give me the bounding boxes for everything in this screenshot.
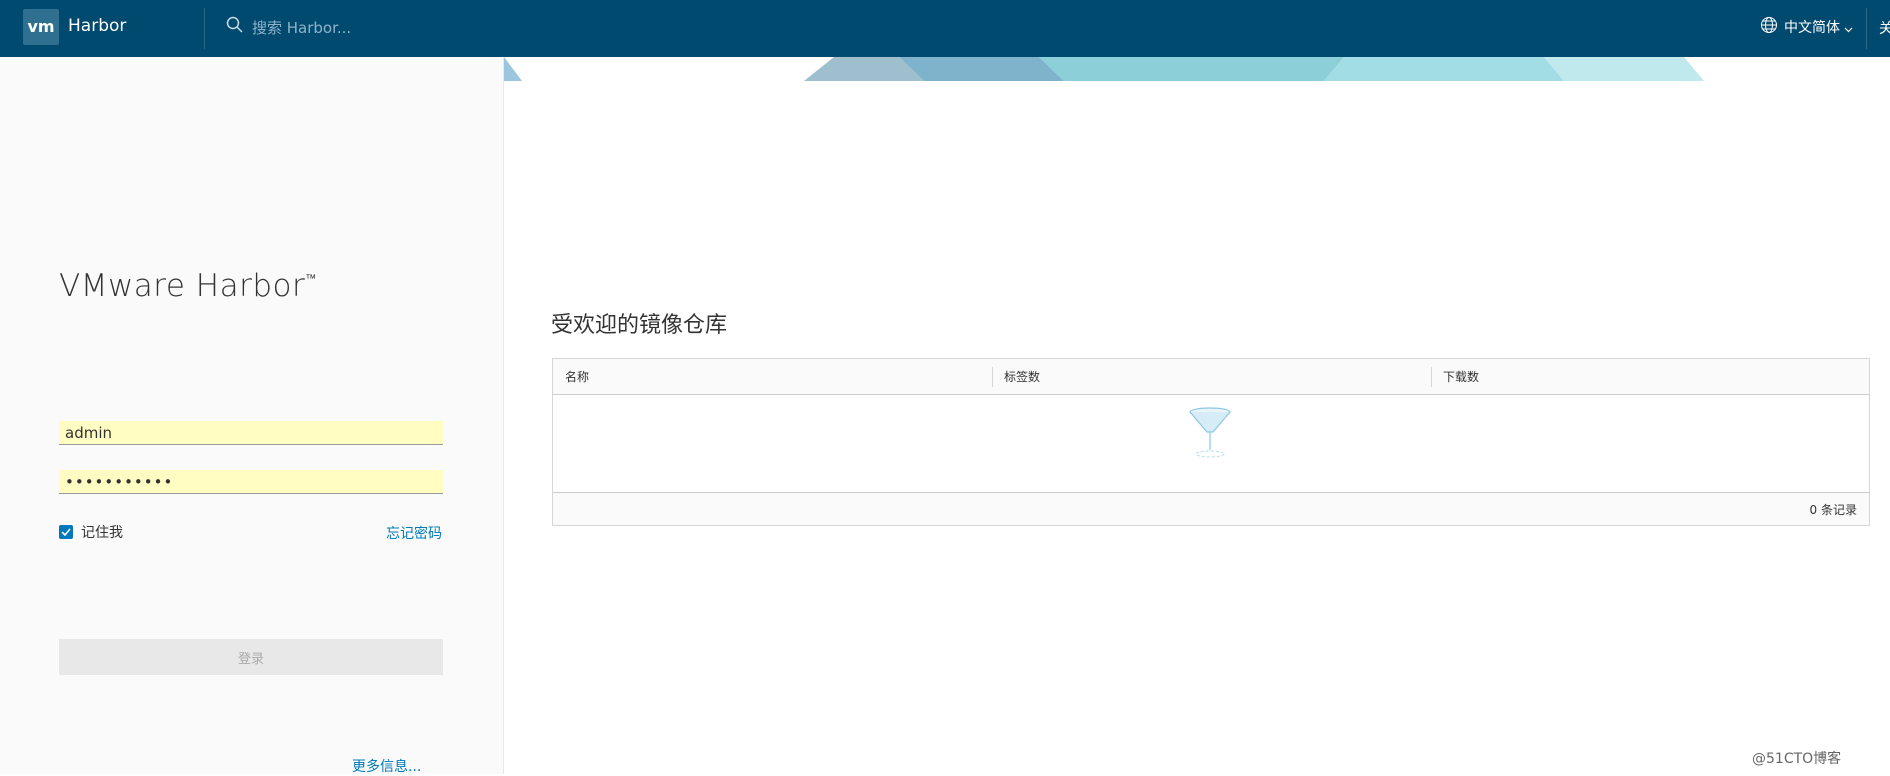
language-label: 中文简体: [1784, 20, 1840, 36]
more-info-link[interactable]: 更多信息...: [352, 756, 421, 776]
header-divider: [204, 8, 205, 49]
search-icon: [226, 16, 243, 37]
username-field[interactable]: [59, 421, 443, 445]
top-nav-bar: vm Harbor 中文简体 关: [0, 0, 1890, 57]
decorative-banner: [504, 57, 1890, 81]
remember-me-label: 记住我: [81, 525, 123, 541]
about-link[interactable]: 关: [1879, 18, 1890, 38]
column-header-tags[interactable]: 标签数: [992, 359, 1431, 395]
forgot-password-link[interactable]: 忘记密码: [386, 523, 442, 543]
record-count: 0 条记录: [1809, 503, 1857, 517]
global-search-input[interactable]: [250, 14, 654, 42]
remember-me-checkbox[interactable]: 记住我: [59, 522, 123, 542]
product-title-text: VMware Harbor: [59, 268, 306, 304]
chevron-down-icon: [1844, 18, 1853, 37]
header-divider: [1866, 8, 1867, 49]
login-button[interactable]: 登录: [59, 639, 443, 675]
empty-filter-icon: [1187, 406, 1233, 466]
watermark: @51CTO博客: [1752, 751, 1842, 767]
product-title: VMware Harbor™: [59, 268, 317, 304]
table-footer: 0 条记录: [553, 492, 1869, 525]
globe-icon: [1760, 16, 1778, 38]
column-header-name[interactable]: 名称: [553, 359, 992, 395]
section-title: 受欢迎的镜像仓库: [551, 313, 728, 338]
popular-repositories-table: 名称 标签数 下载数 0 条记录: [552, 358, 1870, 526]
column-header-downloads[interactable]: 下载数: [1431, 359, 1870, 395]
vmware-logo[interactable]: vm: [23, 9, 59, 45]
table-header: 名称 标签数 下载数: [553, 359, 1869, 395]
app-name[interactable]: Harbor: [68, 16, 126, 36]
language-selector[interactable]: 中文简体: [1760, 16, 1853, 38]
password-field[interactable]: [59, 470, 443, 494]
check-icon[interactable]: [59, 525, 73, 539]
trademark-symbol: ™: [305, 272, 317, 285]
